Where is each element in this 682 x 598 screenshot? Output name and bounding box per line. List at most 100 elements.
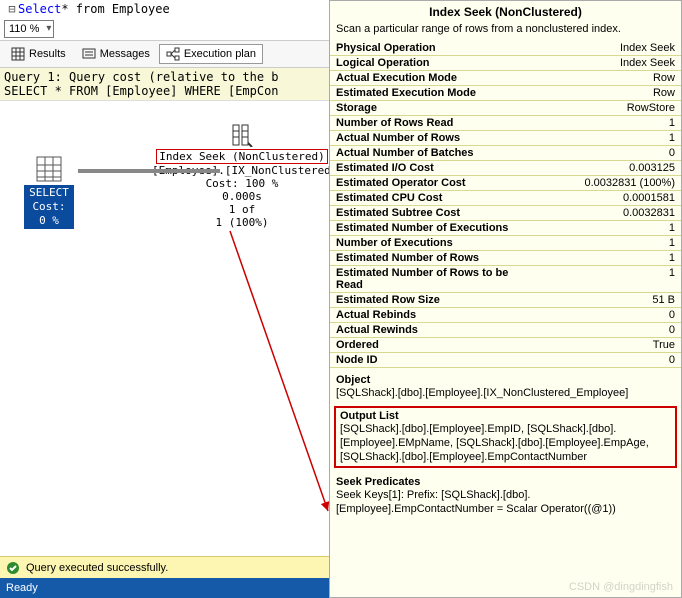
tooltip-property-value: True	[541, 338, 681, 353]
tooltip-object-heading: Object	[330, 368, 681, 386]
seek-object: [Employee].[IX_NonClustered_Emp	[152, 164, 329, 177]
tab-execution-plan[interactable]: Execution plan	[159, 44, 263, 64]
tooltip-property-value: 0.0032831	[541, 206, 681, 221]
tooltip-property-key: Storage	[330, 101, 541, 116]
tooltip-property-key: Actual Number of Batches	[330, 146, 541, 161]
tooltip-output-box: Output List [SQLShack].[dbo].[Employee].…	[334, 406, 677, 468]
tooltip-property-row: Estimated Operator Cost0.0032831 (100%)	[330, 176, 681, 191]
tooltip-property-key: Estimated I/O Cost	[330, 161, 541, 176]
seek-cost: Cost: 100 %	[152, 177, 329, 190]
tooltip-property-key: Estimated Row Size	[330, 293, 541, 308]
ready-text: Ready	[6, 582, 38, 594]
sql-rest: * from Employee	[61, 2, 169, 16]
tooltip-property-value: Row	[541, 86, 681, 101]
tab-plan-label: Execution plan	[184, 48, 256, 60]
tooltip-property-key: Estimated Number of Rows	[330, 251, 541, 266]
plan-node-index-seek[interactable]: Index Seek (NonClustered) [Employee].[IX…	[152, 123, 329, 229]
tooltip-property-row: Node ID0	[330, 353, 681, 368]
messages-icon	[82, 47, 96, 61]
tooltip-property-row: Estimated Number of Rows to be Read1	[330, 266, 681, 293]
zoom-bar: 110 %	[0, 18, 329, 41]
sql-keyword: Select	[18, 2, 61, 16]
tooltip-properties-table: Physical OperationIndex SeekLogical Oper…	[330, 41, 681, 368]
plan-node-select[interactable]: SELECT Cost: 0 %	[24, 153, 74, 229]
tooltip-property-key: Ordered	[330, 338, 541, 353]
tooltip-property-row: Actual Number of Rows1	[330, 131, 681, 146]
tooltip-property-value: 1	[541, 116, 681, 131]
tooltip-property-value: 1	[541, 236, 681, 251]
grid-icon	[11, 47, 25, 61]
tooltip-property-row: Estimated Execution ModeRow	[330, 86, 681, 101]
tooltip-property-value: 0.003125	[541, 161, 681, 176]
tooltip-property-row: Estimated I/O Cost0.003125	[330, 161, 681, 176]
tooltip-property-key: Estimated Number of Rows to be Read	[330, 266, 541, 293]
sql-editor-line[interactable]: ⊟ Select * from Employee	[0, 0, 329, 18]
query-cost-band: Query 1: Query cost (relative to the b S…	[0, 68, 329, 101]
index-seek-icon	[230, 123, 254, 147]
zoom-value: 110 %	[9, 23, 39, 35]
tooltip-property-value: 51 B	[541, 293, 681, 308]
tab-results-label: Results	[29, 48, 66, 60]
tooltip-property-value: 0.0001581	[541, 191, 681, 206]
tooltip-property-row: Estimated Number of Rows1	[330, 251, 681, 266]
status-text: Query executed successfully.	[26, 562, 168, 574]
tab-results[interactable]: Results	[4, 44, 73, 64]
tooltip-desc: Scan a particular range of rows from a n…	[330, 23, 681, 41]
tooltip-property-key: Number of Rows Read	[330, 116, 541, 131]
tooltip-seek-pred-heading: Seek Predicates	[330, 470, 681, 488]
tooltip-property-value: 1	[541, 221, 681, 236]
watermark: CSDN @dingdingfish	[569, 581, 673, 593]
tooltip-property-key: Node ID	[330, 353, 541, 368]
select-node-icon	[33, 153, 65, 185]
tooltip-property-key: Actual Number of Rows	[330, 131, 541, 146]
zoom-select[interactable]: 110 %	[4, 20, 54, 38]
tooltip-property-row: Actual Rewinds0	[330, 323, 681, 338]
execution-plan-canvas[interactable]: SELECT Cost: 0 % Index Seek (NonClustere…	[0, 101, 329, 598]
tooltip-property-value: 1	[541, 251, 681, 266]
seek-rows-2: 1 (100%)	[152, 216, 329, 229]
collapse-gutter-icon[interactable]: ⊟	[6, 2, 18, 16]
tooltip-property-value: 0	[541, 146, 681, 161]
tooltip-property-value: Index Seek	[541, 41, 681, 56]
tooltip-property-key: Estimated Execution Mode	[330, 86, 541, 101]
select-cost: Cost: 0 %	[27, 200, 71, 228]
tooltip-property-row: Estimated CPU Cost0.0001581	[330, 191, 681, 206]
tooltip-property-row: Number of Rows Read1	[330, 116, 681, 131]
tooltip-output-value: [SQLShack].[dbo].[Employee].EmpID, [SQLS…	[338, 422, 673, 464]
tab-messages[interactable]: Messages	[75, 44, 157, 64]
result-tabs: Results Messages Execution plan	[0, 41, 329, 68]
tooltip-property-value: RowStore	[541, 101, 681, 116]
tooltip-property-key: Actual Rebinds	[330, 308, 541, 323]
status-bar: Query executed successfully.	[0, 556, 329, 578]
seek-rows-1: 1 of	[152, 203, 329, 216]
tooltip-property-row: Physical OperationIndex Seek	[330, 41, 681, 56]
tooltip-property-row: Actual Number of Batches0	[330, 146, 681, 161]
tooltip-property-row: OrderedTrue	[330, 338, 681, 353]
tooltip-property-key: Estimated Operator Cost	[330, 176, 541, 191]
tooltip-property-value: 0.0032831 (100%)	[541, 176, 681, 191]
seek-time: 0.000s	[152, 190, 329, 203]
tooltip-title: Index Seek (NonClustered)	[330, 1, 681, 23]
tooltip-property-row: Actual Rebinds0	[330, 308, 681, 323]
select-label: SELECT	[27, 186, 71, 200]
tooltip-property-key: Estimated Number of Executions	[330, 221, 541, 236]
tooltip-property-row: Estimated Row Size51 B	[330, 293, 681, 308]
tooltip-property-key: Logical Operation	[330, 56, 541, 71]
tab-messages-label: Messages	[100, 48, 150, 60]
tooltip-seek-pred-value: Seek Keys[1]: Prefix: [SQLShack].[dbo].[…	[330, 488, 681, 520]
tooltip-property-row: Estimated Number of Executions1	[330, 221, 681, 236]
success-icon	[6, 561, 20, 575]
query-band-line1: Query 1: Query cost (relative to the b	[4, 70, 325, 84]
tooltip-property-value: 0	[541, 308, 681, 323]
seek-title: Index Seek (NonClustered)	[156, 149, 328, 164]
tooltip-object-value: [SQLShack].[dbo].[Employee].[IX_NonClust…	[330, 386, 681, 404]
tooltip-property-key: Physical Operation	[330, 41, 541, 56]
tooltip-property-key: Actual Rewinds	[330, 323, 541, 338]
tooltip-property-value: 1	[541, 131, 681, 146]
operator-tooltip: Index Seek (NonClustered) Scan a particu…	[329, 0, 682, 598]
tooltip-output-heading: Output List	[338, 410, 673, 422]
plan-icon	[166, 47, 180, 61]
tooltip-property-value: Index Seek	[541, 56, 681, 71]
tooltip-property-row: Logical OperationIndex Seek	[330, 56, 681, 71]
query-band-line2: SELECT * FROM [Employee] WHERE [EmpCon	[4, 84, 325, 98]
